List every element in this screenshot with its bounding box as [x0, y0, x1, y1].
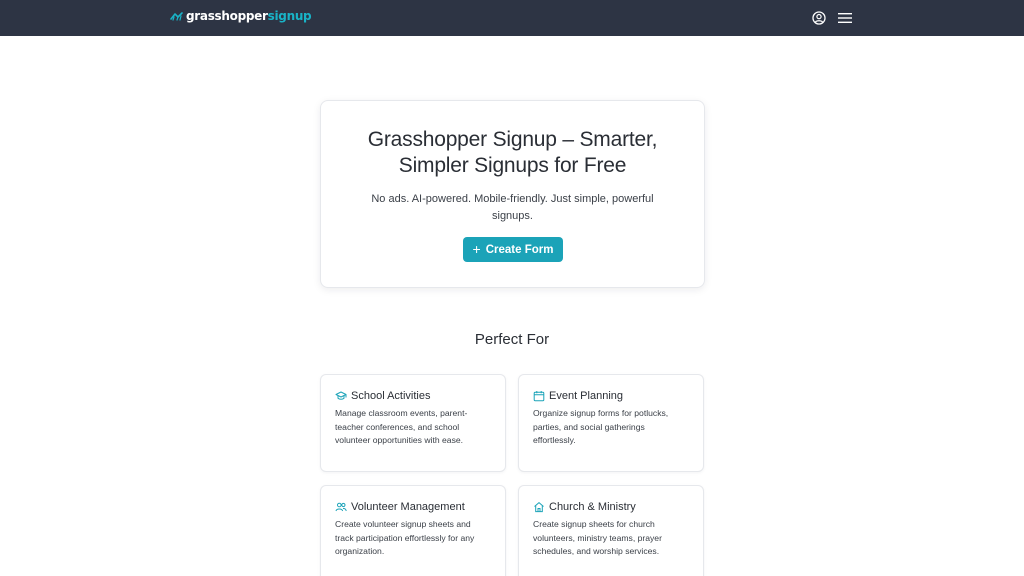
calendar-icon [533, 391, 545, 402]
feature-description: Organize signup forms for potlucks, part… [533, 407, 691, 448]
hero-title: Grasshopper Signup – Smarter, Simpler Si… [341, 127, 684, 179]
home-icon [534, 502, 544, 513]
feature-card-volunteer: Volunteer Management Create volunteer si… [320, 485, 506, 576]
logo-text: grasshoppersignup [186, 9, 312, 23]
user-circle-icon[interactable] [809, 8, 829, 28]
feature-desc-line: parties, and social gatherings [533, 421, 645, 432]
hero-card: Grasshopper Signup – Smarter, Simpler Si… [320, 100, 705, 288]
feature-desc-line: organization. [335, 546, 385, 557]
feature-desc-line: teacher conferences, and school [335, 421, 460, 432]
logo-text-accent: signup [267, 9, 312, 23]
top-navbar: grasshoppersignup [0, 0, 1024, 36]
feature-title: Volunteer Management [351, 501, 465, 513]
hero-title-line-2: Simpler Signups for Free [398, 154, 627, 177]
feature-description: Manage classroom events, parent- teacher… [335, 407, 493, 448]
feature-desc-line: volunteers, ministry teams, prayer [533, 532, 662, 543]
feature-description: Create volunteer signup sheets and track… [335, 518, 493, 559]
create-form-label: Create Form [485, 243, 554, 256]
feature-desc-line: Manage classroom events, parent- [335, 408, 468, 418]
feature-desc-line: Create volunteer signup sheets and [335, 519, 471, 529]
feature-card-school: School Activities Manage classroom event… [320, 374, 506, 472]
logo-link[interactable]: grasshoppersignup [170, 8, 312, 24]
feature-desc-line: schedules, and worship services. [533, 546, 660, 557]
feature-description: Create signup sheets for church voluntee… [533, 518, 691, 559]
create-form-button[interactable]: + Create Form [463, 237, 563, 262]
hero-title-line-1: Grasshopper Signup – Smarter, [367, 128, 658, 151]
feature-desc-line: track participation effortlessly for any [335, 532, 475, 543]
feature-title: School Activities [351, 390, 431, 402]
feature-card-events: Event Planning Organize signup forms for… [518, 374, 704, 472]
feature-desc-line: Organize signup forms for potlucks, [533, 408, 669, 418]
feature-title: Event Planning [549, 390, 623, 402]
feature-desc-line: effortlessly. [533, 435, 576, 446]
plus-icon: + [472, 241, 481, 257]
hamburger-menu-icon[interactable] [835, 8, 855, 28]
feature-title: Church & Ministry [549, 501, 636, 513]
grasshopper-logo-icon [170, 12, 183, 21]
graduation-cap-icon [335, 391, 347, 400]
hero-subtitle-line-1: No ads. AI-powered. Mobile-friendly. Jus… [371, 193, 654, 205]
feature-desc-line: Create signup sheets for church [533, 519, 655, 529]
users-icon [335, 502, 347, 512]
feature-card-church: Church & Ministry Create signup sheets f… [518, 485, 704, 576]
logo-text-main: grasshopper [186, 9, 268, 23]
hero-subtitle-line-2: signups. [492, 210, 533, 222]
feature-desc-line: volunteer opportunities with ease. [335, 435, 464, 446]
section-title: Perfect For [474, 331, 550, 348]
hero-subtitle: No ads. AI-powered. Mobile-friendly. Jus… [351, 191, 674, 225]
